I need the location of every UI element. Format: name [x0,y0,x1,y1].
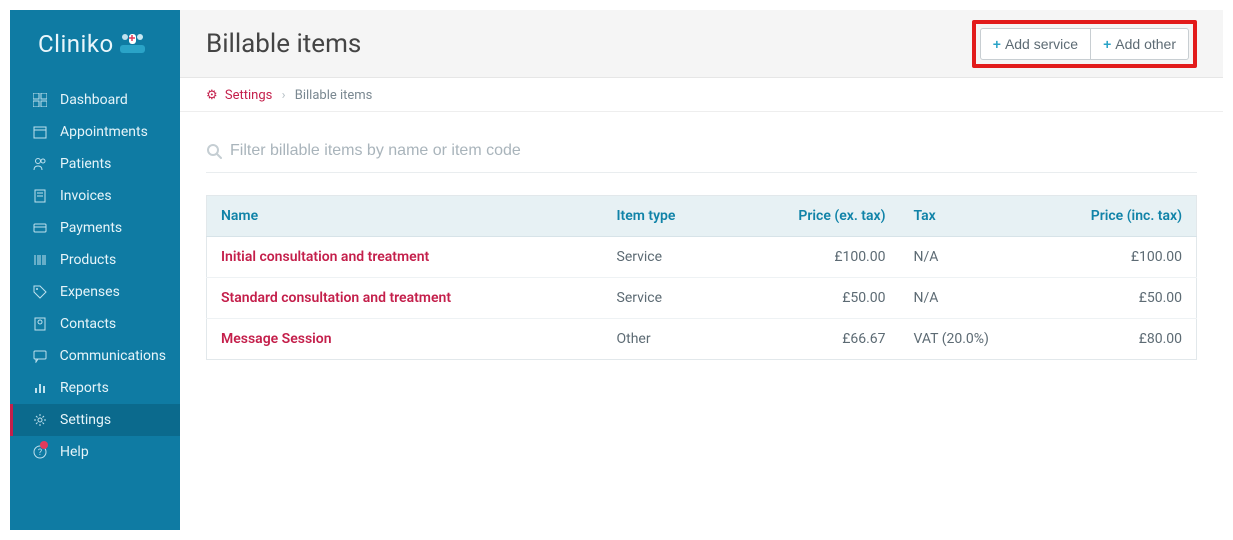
content: Name Item type Price (ex. tax) Tax Price… [180,112,1223,386]
add-other-button[interactable]: + Add other [1091,28,1189,60]
breadcrumb-current: Billable items [295,88,373,103]
brand-logo-icon [120,33,146,55]
users-icon [32,157,48,171]
chart-icon [32,381,48,395]
item-link[interactable]: Message Session [221,331,332,347]
plus-icon: + [1103,36,1111,52]
svg-text:?: ? [38,448,42,458]
add-service-label: Add service [1005,36,1078,52]
sidebar-item-communications[interactable]: Communications [10,340,180,372]
header-actions-highlight: + Add service + Add other [972,20,1197,68]
page-header: Billable items + Add service + Add other [180,10,1223,78]
sidebar-item-dashboard[interactable]: Dashboard [10,84,180,116]
cell-name: Message Session [207,319,603,360]
main: Billable items + Add service + Add other… [180,10,1223,530]
breadcrumb-root[interactable]: Settings [225,88,272,103]
sidebar-item-label: Products [60,252,116,268]
breadcrumb: ⚙ Settings › Billable items [180,78,1223,112]
sidebar-item-label: Expenses [60,284,120,300]
cell-tax: N/A [900,237,1049,278]
sidebar-item-payments[interactable]: Payments [10,212,180,244]
item-link[interactable]: Initial consultation and treatment [221,249,429,265]
col-name[interactable]: Name [207,196,603,237]
cell-name: Standard consultation and treatment [207,278,603,319]
sidebar-item-products[interactable]: Products [10,244,180,276]
cell-price-ex: £100.00 [751,237,900,278]
sidebar-item-label: Payments [60,220,122,236]
sidebar-item-help[interactable]: ? Help [10,436,180,468]
sidebar-item-patients[interactable]: Patients [10,148,180,180]
calendar-icon [32,125,48,139]
barcode-icon [32,253,48,267]
sidebar-item-settings[interactable]: Settings [10,404,180,436]
cell-type: Service [603,278,752,319]
add-service-button[interactable]: + Add service [980,28,1091,60]
brand: Cliniko [10,10,180,78]
sidebar-item-label: Help [60,444,89,460]
cell-price-inc: £50.00 [1048,278,1197,319]
cell-price-inc: £100.00 [1048,237,1197,278]
cell-price-ex: £66.67 [751,319,900,360]
page-title: Billable items [206,29,361,59]
add-other-label: Add other [1115,36,1176,52]
table-row: Initial consultation and treatment Servic… [207,237,1197,278]
sidebar-item-label: Dashboard [60,92,128,108]
sidebar-item-contacts[interactable]: Contacts [10,308,180,340]
sidebar-item-label: Appointments [60,124,148,140]
sidebar: Cliniko Dashboard Appointments Patients Inv… [10,10,180,530]
dashboard-icon [32,93,48,107]
sidebar-item-appointments[interactable]: Appointments [10,116,180,148]
tag-icon [32,285,48,299]
sidebar-item-label: Invoices [60,188,112,204]
gear-icon: ⚙ [206,88,218,103]
plus-icon: + [993,36,1001,52]
search-input[interactable] [230,142,1197,160]
invoice-icon [32,189,48,203]
item-link[interactable]: Standard consultation and treatment [221,290,451,306]
card-icon [32,221,48,235]
sidebar-item-label: Settings [60,412,111,428]
sidebar-item-reports[interactable]: Reports [10,372,180,404]
cell-tax: VAT (20.0%) [900,319,1049,360]
sidebar-item-label: Patients [60,156,111,172]
col-tax[interactable]: Tax [900,196,1049,237]
col-type[interactable]: Item type [603,196,752,237]
billable-items-table: Name Item type Price (ex. tax) Tax Price… [206,195,1197,360]
sidebar-item-label: Reports [60,380,109,396]
chat-icon [32,349,48,363]
sidebar-item-expenses[interactable]: Expenses [10,276,180,308]
gear-icon [32,413,48,427]
sidebar-item-invoices[interactable]: Invoices [10,180,180,212]
col-price-ex[interactable]: Price (ex. tax) [751,196,900,237]
search-wrap [206,124,1197,173]
sidebar-item-label: Contacts [60,316,116,332]
cell-tax: N/A [900,278,1049,319]
col-price-inc[interactable]: Price (inc. tax) [1048,196,1197,237]
cell-price-ex: £50.00 [751,278,900,319]
search-icon [206,143,222,159]
cell-type: Other [603,319,752,360]
chevron-right-icon: › [282,88,286,103]
sidebar-item-label: Communications [60,348,166,364]
table-row: Standard consultation and treatment Servi… [207,278,1197,319]
cell-price-inc: £80.00 [1048,319,1197,360]
cell-name: Initial consultation and treatment [207,237,603,278]
contacts-icon [32,317,48,331]
sidebar-nav: Dashboard Appointments Patients Invoices Pay… [10,78,180,468]
table-row: Message Session Other£66.67VAT (20.0%)£80… [207,319,1197,360]
brand-name: Cliniko [38,30,114,58]
cell-type: Service [603,237,752,278]
notification-badge [40,441,48,449]
